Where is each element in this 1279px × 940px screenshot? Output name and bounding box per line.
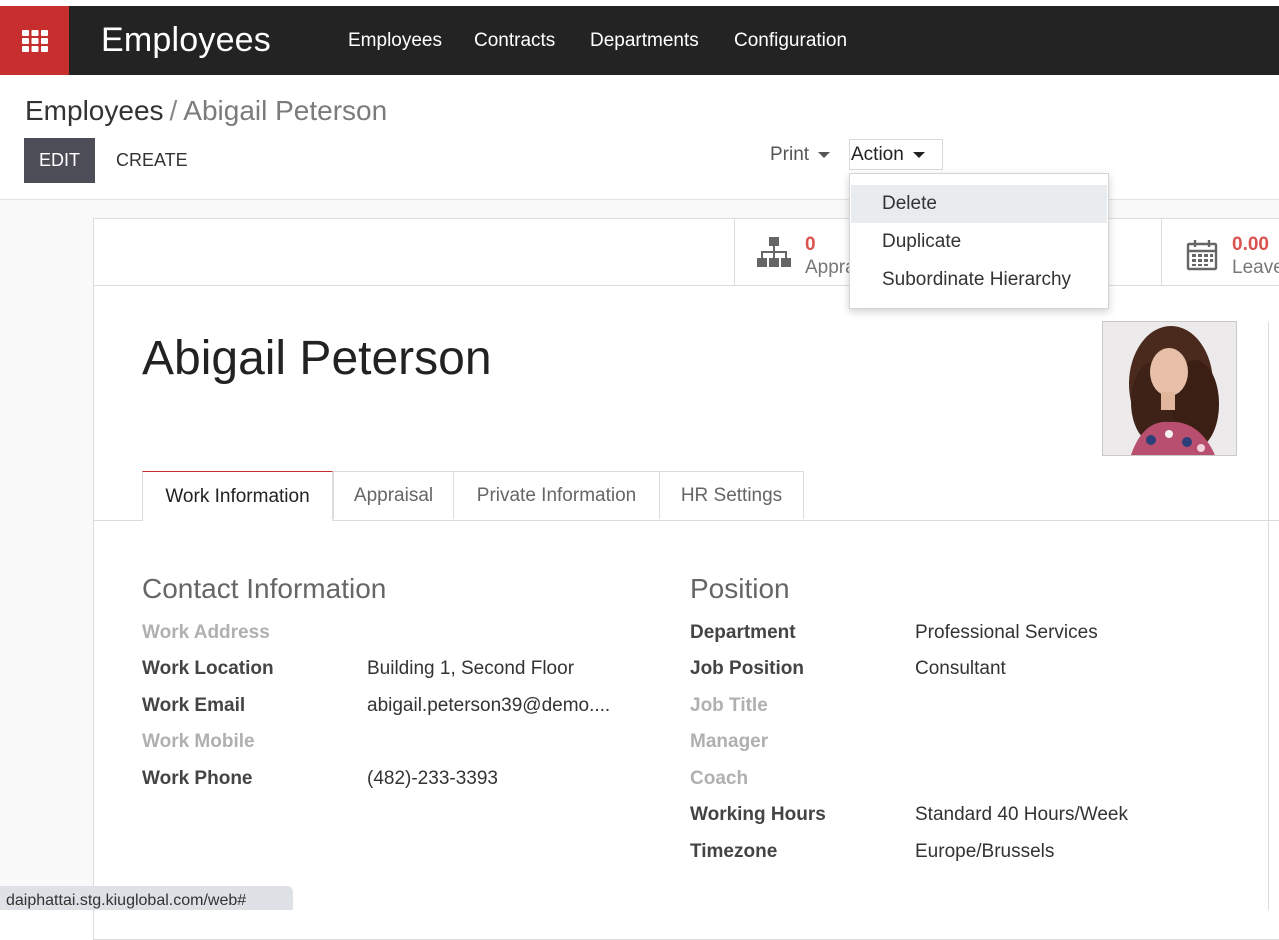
field-label: Work Phone: [142, 768, 253, 789]
caret-down-icon: [912, 151, 925, 158]
breadcrumb: Employees / Abigail Peterson: [25, 95, 387, 127]
contact-information-title: Contact Information: [142, 573, 387, 604]
leaves-label: Leaves: [1232, 257, 1279, 278]
chatter-divider: [1268, 322, 1269, 910]
position-title: Position: [690, 573, 790, 604]
print-label: Print: [770, 144, 810, 165]
app-title: Employees: [101, 21, 271, 59]
delete-menu-item[interactable]: Delete: [851, 185, 1107, 223]
employee-name: Abigail Peterson: [142, 332, 492, 385]
field-label: Work Email: [142, 695, 246, 716]
grid-icon: [21, 29, 48, 52]
job-position-link[interactable]: Consultant: [915, 658, 1006, 680]
field-label: Coach: [690, 768, 749, 789]
breadcrumb-parent[interactable]: Employees: [25, 95, 164, 126]
work-phone-value: (482)-233-3393: [367, 768, 498, 789]
field-label: Manager: [690, 731, 769, 752]
action-label: Action: [851, 143, 904, 165]
employee-avatar[interactable]: [1102, 321, 1237, 456]
subordinate-hierarchy-menu-item[interactable]: Subordinate Hierarchy: [851, 261, 1107, 299]
department-link[interactable]: Professional Services: [915, 622, 1098, 644]
action-dropdown[interactable]: Action: [849, 139, 943, 170]
breadcrumb-current: Abigail Peterson: [183, 95, 388, 126]
browser-status-url: daiphattai.stg.kiuglobal.com/web#: [0, 886, 293, 910]
sitemap-icon: [757, 237, 791, 267]
print-dropdown[interactable]: Print: [770, 144, 831, 166]
form-sheet: 0 Appraisal ts 0.00 Leaves Abigail Pete: [93, 218, 1279, 940]
working-hours-link[interactable]: Standard 40 Hours/Week: [915, 804, 1128, 826]
apps-menu-button[interactable]: [0, 6, 69, 75]
edit-button[interactable]: EDIT: [24, 138, 95, 183]
work-location-value: Building 1, Second Floor: [367, 658, 575, 679]
work-email-link[interactable]: abigail.peterson39@demo....: [367, 695, 610, 717]
calendar-icon: [1186, 240, 1218, 271]
tab-work-information[interactable]: Work Information: [142, 471, 333, 521]
breadcrumb-separator: /: [169, 95, 178, 126]
form-tabs: Work Information Appraisal Private Infor…: [94, 471, 1279, 521]
tab-appraisal[interactable]: Appraisal: [333, 471, 454, 519]
field-label: Work Address: [142, 622, 270, 643]
tab-private-information[interactable]: Private Information: [453, 471, 660, 519]
appraisal-count: 0: [805, 234, 816, 255]
field-label: Department: [690, 622, 796, 643]
leaves-stat-button[interactable]: 0.00 Leaves: [1161, 219, 1279, 285]
nav-contracts[interactable]: Contracts: [474, 30, 555, 52]
field-label: Working Hours: [690, 804, 826, 825]
field-label: Work Location: [142, 658, 274, 679]
nav-departments[interactable]: Departments: [590, 30, 699, 52]
field-label: Job Position: [690, 658, 804, 679]
field-label: Work Mobile: [142, 731, 255, 752]
duplicate-menu-item[interactable]: Duplicate: [851, 223, 1107, 261]
timezone-value: Europe/Brussels: [915, 841, 1055, 862]
nav-employees[interactable]: Employees: [348, 30, 442, 52]
field-label: Job Title: [690, 695, 768, 716]
top-navbar: Employees Employees Contracts Department…: [0, 6, 1279, 75]
action-dropdown-menu: Delete Duplicate Subordinate Hierarchy: [849, 173, 1109, 309]
nav-configuration[interactable]: Configuration: [734, 30, 847, 52]
create-button[interactable]: CREATE: [105, 138, 199, 183]
field-label: Timezone: [690, 841, 778, 862]
caret-down-icon: [818, 152, 831, 158]
leaves-count: 0.00: [1232, 234, 1269, 255]
tab-hr-settings[interactable]: HR Settings: [659, 471, 804, 519]
employee-photo-image: [1103, 322, 1236, 455]
